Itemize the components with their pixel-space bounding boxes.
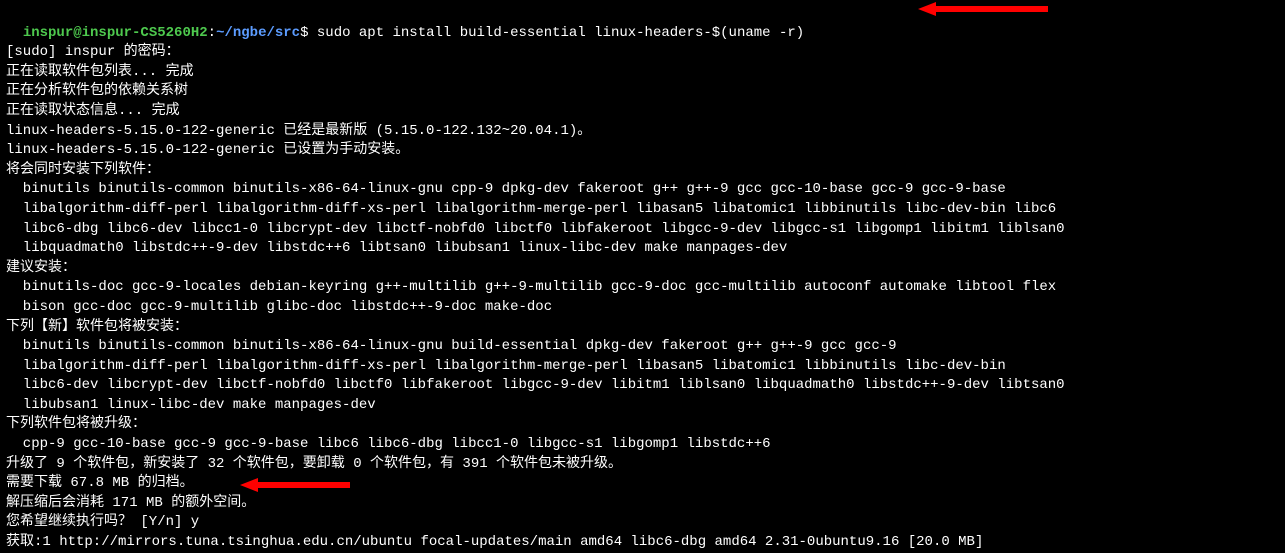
output-line: 将会同时安装下列软件：: [6, 161, 1279, 181]
arrow-icon: [240, 478, 350, 492]
output-line: 解压缩后会消耗 171 MB 的额外空间。: [6, 494, 1279, 514]
prompt-dollar: $: [300, 25, 317, 41]
output-line: 下列软件包将被升级：: [6, 415, 1279, 435]
output-line: 下列【新】软件包将被安装：: [6, 318, 1279, 338]
output-line: libquadmath0 libstdc++-9-dev libstdc++6 …: [6, 239, 1279, 259]
output-line: cpp-9 gcc-10-base gcc-9 gcc-9-base libc6…: [6, 435, 1279, 455]
output-line: linux-headers-5.15.0-122-generic 已经是最新版 …: [6, 122, 1279, 142]
output-line: 升级了 9 个软件包，新安装了 32 个软件包，要卸载 0 个软件包，有 391…: [6, 455, 1279, 475]
command-text: sudo apt install build-essential linux-h…: [317, 25, 804, 41]
output-line: 正在分析软件包的依赖关系树: [6, 82, 1279, 102]
output-line: libc6-dbg libc6-dev libcc1-0 libcrypt-de…: [6, 220, 1279, 240]
output-line: linux-headers-5.15.0-122-generic 已设置为手动安…: [6, 141, 1279, 161]
output-line: 您希望继续执行吗？ [Y/n] y: [6, 513, 1279, 533]
prompt-user-host: inspur@inspur-CS5260H2: [23, 25, 208, 41]
arrow-icon: [918, 2, 1048, 16]
output-line: 正在读取软件包列表... 完成: [6, 63, 1279, 83]
output-line: 建议安装：: [6, 259, 1279, 279]
output-line: bison gcc-doc gcc-9-multilib glibc-doc l…: [6, 298, 1279, 318]
prompt-line[interactable]: inspur@inspur-CS5260H2:~/ngbe/src$ sudo …: [6, 4, 1279, 43]
output-line: [sudo] inspur 的密码：: [6, 43, 1279, 63]
prompt-path: ~/ngbe/src: [216, 25, 300, 41]
output-line: binutils binutils-common binutils-x86-64…: [6, 180, 1279, 200]
prompt-colon: :: [208, 25, 216, 41]
output-line: libalgorithm-diff-perl libalgorithm-diff…: [6, 200, 1279, 220]
output-line: libalgorithm-diff-perl libalgorithm-diff…: [6, 357, 1279, 377]
output-line: libc6-dev libcrypt-dev libctf-nobfd0 lib…: [6, 376, 1279, 396]
output-line: 需要下载 67.8 MB 的归档。: [6, 474, 1279, 494]
output-line: libubsan1 linux-libc-dev make manpages-d…: [6, 396, 1279, 416]
output-line: 正在读取状态信息... 完成: [6, 102, 1279, 122]
output-line: 获取:1 http://mirrors.tuna.tsinghua.edu.cn…: [6, 533, 1279, 553]
output-line: binutils-doc gcc-9-locales debian-keyrin…: [6, 278, 1279, 298]
output-line: binutils binutils-common binutils-x86-64…: [6, 337, 1279, 357]
